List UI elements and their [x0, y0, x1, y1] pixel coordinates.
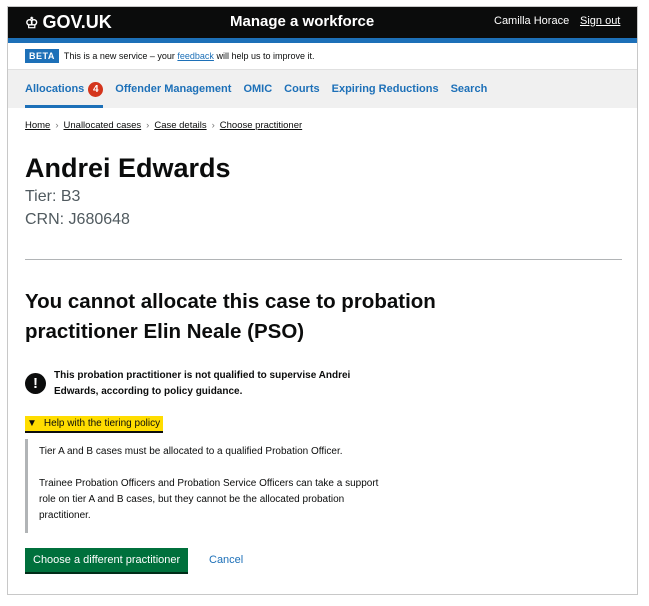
logo-text: GOV.UK: [42, 12, 112, 32]
page-heading: You cannot allocate this case to probati…: [25, 290, 436, 343]
count-badge: 4: [88, 81, 104, 97]
choose-different-practitioner-button[interactable]: Choose a different practitioner: [25, 548, 189, 572]
tier: Tier: B3: [25, 188, 81, 205]
chevron-right-icon: ›: [211, 120, 215, 131]
primary-navigation: Allocations 4 Offender Management OMIC Co…: [8, 70, 637, 108]
site-header: ♔ GOV.UK Manage a workforce Camilla Horac…: [8, 7, 637, 38]
warning-message: This probation practitioner is not quali…: [54, 370, 351, 397]
beta-text-pre: This is a new service – your: [63, 51, 175, 61]
details-paragraph: Tier A and B cases must be allocated to …: [39, 446, 343, 457]
beta-tag: BETA: [25, 49, 59, 63]
phase-banner: BETA This is a new service – your feedba…: [8, 43, 637, 70]
nav-offender-management[interactable]: Offender Management: [115, 70, 231, 108]
crown-icon: ♔: [25, 14, 39, 32]
breadcrumb-case-details[interactable]: Case details: [154, 120, 206, 131]
chevron-right-icon: ›: [55, 120, 59, 131]
person-name: Andrei Edwards: [25, 153, 231, 183]
cancel-link[interactable]: Cancel: [209, 554, 243, 566]
breadcrumb: Home › Unallocated cases › Case details › C…: [25, 120, 302, 131]
details-paragraph: Trainee Probation Officers and Probation…: [39, 478, 379, 521]
nav-courts[interactable]: Courts: [284, 70, 319, 108]
divider: [25, 259, 622, 260]
breadcrumb-home[interactable]: Home: [25, 120, 50, 131]
beta-text: This is a new service – your feedback wi…: [64, 51, 315, 61]
nav-allocations[interactable]: Allocations 4: [25, 70, 104, 108]
nav-label: Allocations: [25, 83, 85, 95]
nav-search[interactable]: Search: [451, 70, 488, 108]
sign-out-link[interactable]: Sign out: [580, 15, 620, 27]
chevron-right-icon: ›: [146, 120, 150, 131]
details-summary[interactable]: ▼ Help with the tiering policy: [25, 416, 164, 433]
beta-text-post: will help us to improve it.: [216, 51, 315, 61]
govuk-logo[interactable]: ♔ GOV.UK: [25, 12, 112, 33]
page-frame: ♔ GOV.UK Manage a workforce Camilla Horac…: [7, 6, 638, 595]
breadcrumb-choose-practitioner[interactable]: Choose practitioner: [220, 120, 302, 131]
service-name[interactable]: Manage a workforce: [230, 13, 374, 30]
details-summary-text: Help with the tiering policy: [43, 418, 161, 429]
crn: CRN: J680648: [25, 211, 130, 228]
warning-text: ! This probation practitioner is not qua…: [25, 368, 395, 400]
triangle-down-icon: ▼: [27, 418, 37, 429]
nav-omic[interactable]: OMIC: [243, 70, 272, 108]
breadcrumb-unallocated-cases[interactable]: Unallocated cases: [64, 120, 142, 131]
warning-icon: !: [25, 373, 46, 394]
user-name: Camilla Horace: [494, 15, 570, 27]
feedback-link[interactable]: feedback: [177, 51, 214, 61]
details-content: Tier A and B cases must be allocated to …: [25, 439, 395, 533]
nav-expiring-reductions[interactable]: Expiring Reductions: [332, 70, 439, 108]
